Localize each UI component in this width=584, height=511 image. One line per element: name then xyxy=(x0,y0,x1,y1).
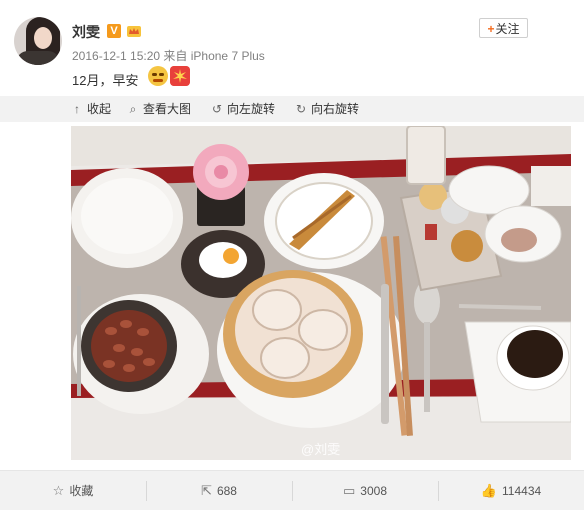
author-name[interactable]: 刘雯 xyxy=(72,22,100,42)
avatar[interactable] xyxy=(14,17,62,65)
favorite-button[interactable]: ☆ 收藏 xyxy=(0,471,146,510)
view-large-button[interactable]: ⌕ 查看大图 xyxy=(126,101,191,117)
rotate-left-button[interactable]: ↺ 向左旋转 xyxy=(210,101,275,117)
follow-button[interactable]: +关注 xyxy=(479,18,528,38)
rotate-right-icon: ↻ xyxy=(295,102,307,116)
share-icon: ⇱ xyxy=(201,483,212,498)
magnifier-icon: ⌕ xyxy=(129,102,137,116)
thumbs-up-icon: 👍 xyxy=(480,483,498,498)
collapse-label: 收起 xyxy=(87,102,112,116)
like-button[interactable]: 👍 114434 xyxy=(438,471,584,510)
photo-watermark: @刘雯 xyxy=(301,442,340,457)
arrow-up-icon: ↑ xyxy=(74,102,80,116)
rotate-left-icon: ↺ xyxy=(211,102,223,116)
verified-badge-icon: V xyxy=(107,24,121,38)
post-footer: ☆ 收藏 ⇱ 688 ▭ 3008 👍 114434 xyxy=(0,470,584,510)
view-large-label: 查看大图 xyxy=(143,102,192,116)
collapse-button[interactable]: ↑ 收起 xyxy=(70,101,111,117)
favorite-label: 收藏 xyxy=(69,484,94,498)
post-meta: 2016-12-1 15:20 来自 iPhone 7 Plus xyxy=(72,49,265,63)
fireworks-emoji-icon xyxy=(170,66,190,86)
comment-count: 3008 xyxy=(360,484,387,498)
smirk-emoji-icon xyxy=(148,66,168,86)
follow-label: 关注 xyxy=(495,22,520,36)
star-icon: ☆ xyxy=(52,483,65,498)
plus-icon: + xyxy=(487,22,495,36)
repost-button[interactable]: ⇱ 688 xyxy=(146,471,292,510)
comment-button[interactable]: ▭ 3008 xyxy=(292,471,438,510)
rotate-right-button[interactable]: ↻ 向右旋转 xyxy=(294,101,359,117)
like-count: 114434 xyxy=(502,484,542,498)
weibo-post: 刘雯 V 2016-12-1 15:20 来自 iPhone 7 Plus 12… xyxy=(0,0,584,510)
image-toolbar: ↑ 收起 ⌕ 查看大图 ↺ 向左旋转 ↻ 向右旋转 xyxy=(0,96,584,122)
rotate-left-label: 向左旋转 xyxy=(227,102,276,116)
comment-icon: ▭ xyxy=(343,483,356,498)
rotate-right-label: 向右旋转 xyxy=(311,102,360,116)
post-text: 12月，早安 xyxy=(72,73,139,88)
post-photo[interactable]: @刘雯 xyxy=(71,126,571,460)
crown-icon xyxy=(127,26,141,37)
repost-count: 688 xyxy=(216,484,237,498)
